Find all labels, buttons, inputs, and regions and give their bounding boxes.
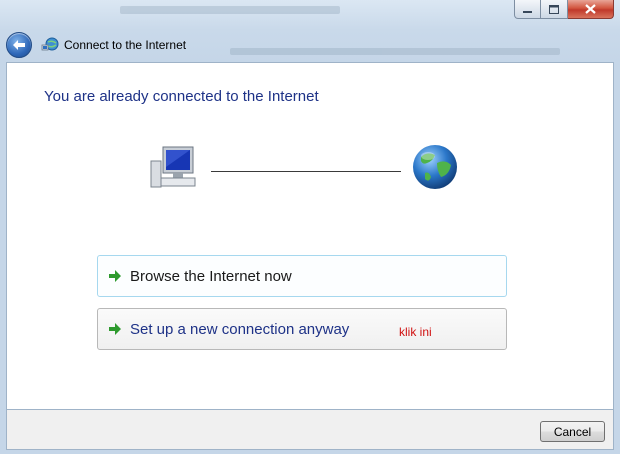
window-frame: Connect to the Internet You are already …	[0, 0, 620, 454]
browse-internet-option[interactable]: Browse the Internet now	[97, 255, 507, 297]
window-title: Connect to the Internet	[64, 38, 187, 52]
back-arrow-icon	[13, 40, 25, 50]
page-heading: You are already connected to the Interne…	[44, 88, 319, 105]
minimize-button[interactable]	[514, 0, 541, 19]
setup-new-connection-option[interactable]: Set up a new connection anyway	[97, 308, 507, 350]
maximize-button[interactable]	[541, 0, 568, 19]
close-button[interactable]	[568, 0, 614, 19]
green-arrow-icon	[109, 323, 121, 335]
connection-line	[211, 171, 401, 172]
setup-new-connection-label: Set up a new connection anyway	[130, 320, 350, 338]
computer-icon	[147, 143, 197, 191]
annotation-note: klik ini	[399, 325, 432, 339]
globe-icon	[411, 143, 459, 191]
green-arrow-icon	[109, 270, 121, 282]
caption-buttons	[514, 0, 614, 19]
maximize-icon	[549, 4, 559, 14]
cancel-button[interactable]: Cancel	[540, 421, 605, 442]
browse-internet-label: Browse the Internet now	[130, 267, 292, 285]
close-icon	[585, 4, 596, 14]
network-icon	[41, 37, 59, 53]
minimize-icon	[523, 10, 532, 13]
footer-bar: Cancel	[6, 410, 614, 450]
content-panel: You are already connected to the Interne…	[6, 62, 614, 410]
navigation-bar: Connect to the Internet	[6, 30, 186, 60]
back-button[interactable]	[6, 32, 32, 58]
